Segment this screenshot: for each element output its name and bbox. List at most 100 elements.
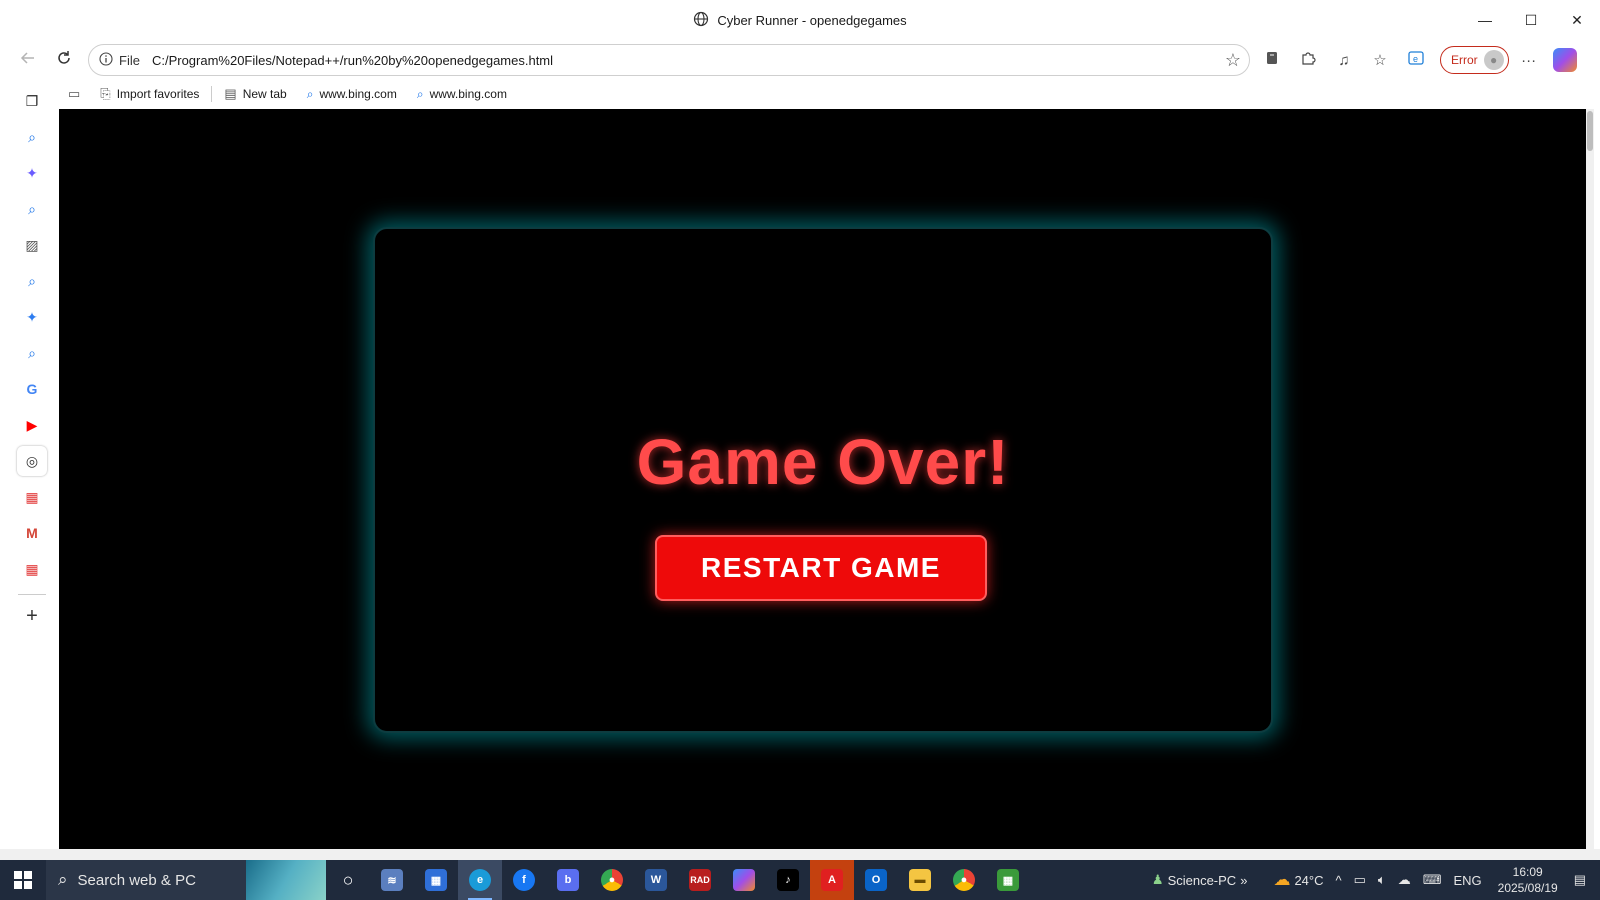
collections-icon <box>1264 50 1280 70</box>
spreadsheet-icon: ▦ <box>997 869 1019 891</box>
bookmark-toggle-icon: ▭ <box>68 86 81 101</box>
sidebar-store-1[interactable]: ▦ <box>17 482 47 512</box>
favorite-star-icon[interactable]: ☆ <box>1225 50 1241 71</box>
refresh-icon <box>55 49 73 72</box>
sidebar-tabs[interactable]: ❐ <box>17 86 47 116</box>
task-view-icon: ○ <box>342 869 354 890</box>
svg-text:e: e <box>1413 54 1418 64</box>
copilot-icon: ✦ <box>26 164 38 181</box>
show-hidden-icons-button[interactable]: ^ <box>1329 873 1347 888</box>
chevron-up-icon: ^ <box>1335 872 1342 888</box>
onedrive-button[interactable]: ☁ <box>1392 872 1417 888</box>
volume-button[interactable]: 🔈︎ <box>1372 872 1392 888</box>
taskbar-search[interactable]: ⌕ Search web & PC <box>46 860 326 900</box>
keyboard-button[interactable]: ⌨ <box>1417 872 1448 888</box>
favorite-import-label: Import favorites <box>116 87 200 101</box>
weather-cloud-icon: ☁ <box>1273 870 1291 889</box>
sidebar-google[interactable]: G <box>17 374 47 404</box>
weather-widget[interactable]: ☁ 24°C <box>1267 870 1329 890</box>
sidebar-copilot-2[interactable]: ✦ <box>17 302 47 332</box>
close-icon: ✕ <box>1571 11 1583 28</box>
favorite-bing-1[interactable]: ⌕ www.bing.com <box>299 82 405 106</box>
notifications-button[interactable]: ▤ <box>1568 872 1600 888</box>
taskbar-app-facebook[interactable]: f <box>502 860 546 900</box>
start-button[interactable] <box>0 860 46 900</box>
scrollbar-thumb[interactable] <box>1587 111 1593 151</box>
network-location[interactable]: ♟ Science-PC » <box>1146 872 1254 888</box>
favorite-new-tab[interactable]: ▤ New tab <box>216 82 294 106</box>
sidebar-search-4[interactable]: ⌕ <box>17 338 47 368</box>
taskbar-app-word[interactable]: W <box>634 860 678 900</box>
taskbar-app-chrome[interactable]: ● <box>590 860 634 900</box>
sidebar-search-2[interactable]: ⌕ <box>17 194 47 224</box>
extensions-button[interactable] <box>1292 44 1324 76</box>
taskbar-app-sheets[interactable]: ▦ <box>986 860 1030 900</box>
taskbar-app-tiktok[interactable]: ♪ <box>766 860 810 900</box>
image-icon: ▨ <box>25 236 39 253</box>
keyboard-icon: ⌨ <box>1422 872 1442 887</box>
onedrive-icon: ☁ <box>1397 872 1411 887</box>
restart-game-button[interactable]: RESTART GAME <box>655 535 987 601</box>
avatar: ● <box>1483 50 1504 70</box>
refresh-button[interactable] <box>46 44 82 76</box>
favorites-button[interactable]: ☆ <box>1364 44 1396 76</box>
url-text[interactable]: C:/Program%20Files/Notepad++/run%20by%20… <box>152 53 553 68</box>
address-bar[interactable]: File C:/Program%20Files/Notepad++/run%20… <box>88 44 1250 76</box>
globe-icon: ◎ <box>25 452 39 469</box>
copilot-icon <box>733 869 755 891</box>
clock-date: 2025/08/19 <box>1497 881 1558 895</box>
close-button[interactable]: ✕ <box>1554 0 1600 40</box>
taskbar-app-explorer[interactable]: ▬ <box>898 860 942 900</box>
taskbar-app-bing[interactable]: b <box>546 860 590 900</box>
background-app-strip <box>0 849 1600 860</box>
edge-icon: e <box>469 869 491 891</box>
chrome-icon: ● <box>953 869 975 891</box>
page-scrollbar[interactable] <box>1586 109 1594 849</box>
taskbar-app-copilot[interactable] <box>722 860 766 900</box>
sidebar-search-3[interactable]: ⌕ <box>17 266 47 296</box>
copilot-button[interactable] <box>1549 44 1581 76</box>
taskbar-app-rad[interactable]: RAD <box>678 860 722 900</box>
title-bar: Cyber Runner - openedgegames — ☐ ✕ <box>0 0 1600 40</box>
favorite-import[interactable]: ⎘ Import favorites <box>92 82 207 106</box>
maximize-button[interactable]: ☐ <box>1508 0 1554 40</box>
favorite-bing-2[interactable]: ⌕ www.bing.com <box>409 82 515 106</box>
clock[interactable]: 16:09 2025/08/19 <box>1488 864 1568 896</box>
bing-icon: b <box>557 869 579 891</box>
store-icon: ▦ <box>25 560 39 577</box>
game-over-panel: Game Over! RESTART GAME <box>373 227 1273 733</box>
sidebar-youtube[interactable]: ▶ <box>17 410 47 440</box>
sidebar-store-2[interactable]: ▦ <box>17 554 47 584</box>
minimize-button[interactable]: — <box>1462 0 1508 40</box>
facebook-icon: f <box>513 869 535 891</box>
taskbar-app-notes[interactable]: ≋ <box>370 860 414 900</box>
language-indicator[interactable]: ENG <box>1447 873 1487 888</box>
ie-mode-button[interactable]: e <box>1400 44 1432 76</box>
sidebar-globe[interactable]: ◎ <box>17 446 47 476</box>
profile-error-button[interactable]: Error ● <box>1440 46 1509 74</box>
site-info-button[interactable]: File <box>99 51 152 69</box>
taskbar-app-store[interactable]: ▦ <box>414 860 458 900</box>
gmail-icon: M <box>26 525 38 541</box>
favorites-bar-menu[interactable]: ▭ <box>60 82 88 106</box>
more-menu-button[interactable]: ··· <box>1513 44 1545 76</box>
search-icon: ⌕ <box>28 128 36 145</box>
sidebar-add[interactable]: + <box>17 601 47 631</box>
taskbar-app-acrobat[interactable]: A <box>810 860 854 900</box>
sidebar-search-1[interactable]: ⌕ <box>17 122 47 152</box>
puzzle-icon <box>1300 50 1316 70</box>
ie-mode-icon: e <box>1407 49 1425 71</box>
sidebar-gmail[interactable]: M <box>17 518 47 548</box>
sidebar-image[interactable]: ▨ <box>17 230 47 260</box>
collections-button[interactable] <box>1256 44 1288 76</box>
network-button[interactable]: ▭ <box>1348 872 1372 888</box>
back-button[interactable] <box>10 44 46 76</box>
import-icon: ⎘ <box>100 86 111 101</box>
media-button[interactable]: ♫ <box>1328 44 1360 76</box>
sidebar-copilot-1[interactable]: ✦ <box>17 158 47 188</box>
network-user-icon: ♟ <box>1151 872 1164 887</box>
taskbar-app-edge[interactable]: e <box>458 860 502 900</box>
taskbar-app-outlook[interactable]: O <box>854 860 898 900</box>
task-view-button[interactable]: ○ <box>326 860 370 900</box>
taskbar-app-chrome-profile[interactable]: ● <box>942 860 986 900</box>
